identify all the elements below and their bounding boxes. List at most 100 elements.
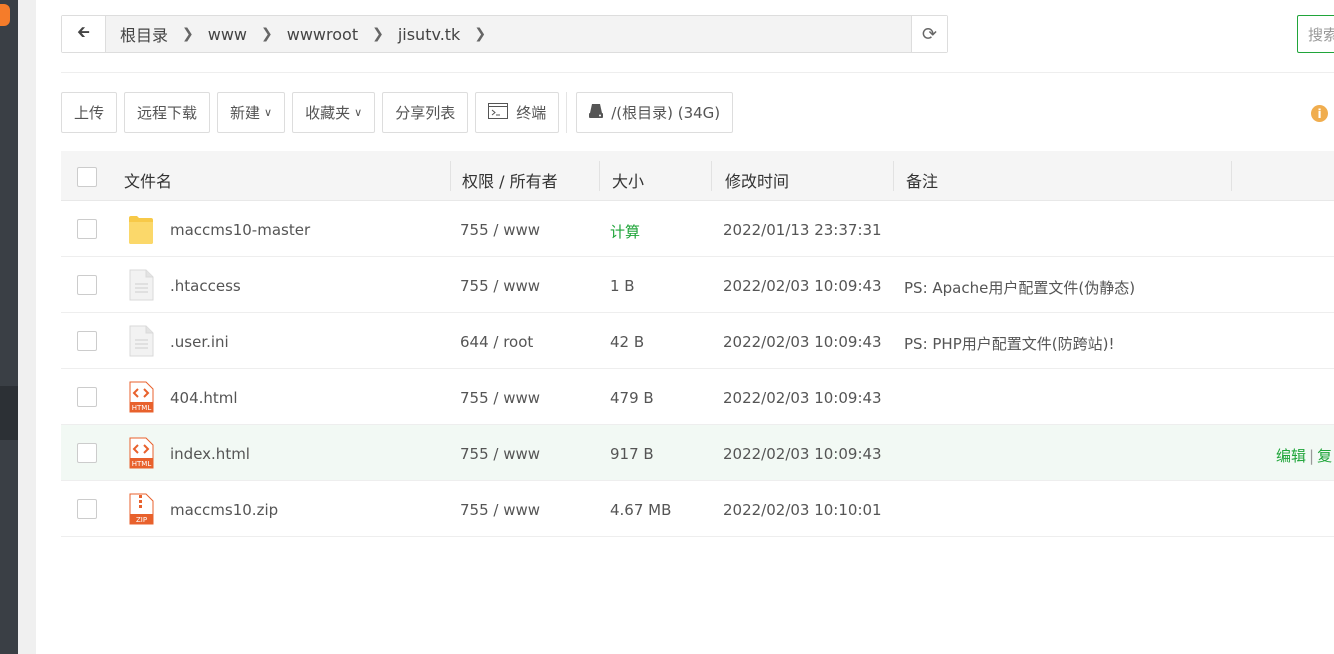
file-size: 42 B bbox=[610, 333, 645, 351]
column-separator bbox=[1231, 161, 1232, 191]
zip-icon-label: ZIP bbox=[136, 516, 147, 524]
sidebar-active-item[interactable] bbox=[0, 386, 18, 440]
file-remark[interactable]: PS: PHP用户配置文件(防跨站)! bbox=[904, 333, 1114, 354]
column-separator bbox=[599, 161, 600, 191]
file-mtime: 2022/02/03 10:09:43 bbox=[723, 277, 882, 295]
row-checkbox[interactable] bbox=[77, 219, 97, 239]
disk-button[interactable]: /(根目录) (34G) bbox=[576, 92, 734, 133]
chevron-down-icon: ∨ bbox=[264, 106, 273, 119]
chevron-right-icon[interactable]: ❯ bbox=[464, 26, 496, 42]
search-input[interactable]: 搜索 bbox=[1297, 15, 1334, 53]
file-permission[interactable]: 644 / root bbox=[460, 333, 533, 351]
file-size-calc-link[interactable]: 计算 bbox=[610, 221, 640, 242]
refresh-button[interactable]: ⟳ bbox=[911, 16, 947, 52]
table-row[interactable]: maccms10-master 755 / www 计算 2022/01/13 … bbox=[61, 201, 1334, 257]
col-size[interactable]: 大小 bbox=[612, 168, 644, 192]
row-checkbox[interactable] bbox=[77, 331, 97, 351]
file-name[interactable]: index.html bbox=[170, 445, 250, 463]
col-name[interactable]: 文件名 bbox=[124, 168, 172, 192]
table-row[interactable]: .htaccess 755 / www 1 B 2022/02/03 10:09… bbox=[61, 257, 1334, 313]
divider bbox=[61, 72, 1334, 73]
left-sidebar bbox=[0, 0, 18, 654]
toolbar-divider bbox=[566, 92, 568, 133]
terminal-button[interactable]: 终端 bbox=[475, 92, 560, 133]
remote-download-label: 远程下载 bbox=[137, 104, 198, 122]
file-name[interactable]: maccms10.zip bbox=[170, 501, 278, 519]
file-icon bbox=[129, 269, 154, 301]
file-permission[interactable]: 755 / www bbox=[460, 445, 540, 463]
back-button[interactable]: 🡰 bbox=[62, 16, 106, 52]
copy-link[interactable]: 复 bbox=[1317, 447, 1332, 465]
row-checkbox[interactable] bbox=[77, 499, 97, 519]
hard-drive-icon bbox=[589, 103, 604, 122]
html-file-icon: HTML bbox=[129, 437, 154, 469]
toolbar: 上传 远程下载 新建 ∨ 收藏夹 ∨ 分享列表 终端 /(根目录) (34G) bbox=[61, 92, 740, 133]
row-checkbox[interactable] bbox=[77, 275, 97, 295]
file-name[interactable]: .htaccess bbox=[170, 277, 241, 295]
arrow-left-icon: 🡰 bbox=[77, 21, 90, 41]
file-name[interactable]: .user.ini bbox=[170, 333, 229, 351]
file-name[interactable]: 404.html bbox=[170, 389, 238, 407]
terminal-label: 终端 bbox=[516, 104, 547, 122]
zip-file-icon: ZIP bbox=[129, 493, 154, 525]
file-mtime: 2022/02/03 10:10:01 bbox=[723, 501, 882, 519]
refresh-icon: ⟳ bbox=[921, 23, 938, 45]
file-remark[interactable]: PS: Apache用户配置文件(伪静态) bbox=[904, 277, 1135, 298]
table-row[interactable]: ZIP maccms10.zip 755 / www 4.67 MB 2022/… bbox=[61, 481, 1334, 537]
file-size: 4.67 MB bbox=[610, 501, 672, 519]
file-table: 文件名 权限 / 所有者 大小 修改时间 备注 maccms10-master … bbox=[61, 151, 1334, 537]
file-permission[interactable]: 755 / www bbox=[460, 221, 540, 239]
new-dropdown-button[interactable]: 新建 ∨ bbox=[217, 92, 286, 133]
file-size: 917 B bbox=[610, 445, 654, 463]
chevron-right-icon: ❯ bbox=[372, 26, 384, 42]
chevron-right-icon: ❯ bbox=[261, 26, 273, 42]
col-permission[interactable]: 权限 / 所有者 bbox=[462, 168, 558, 192]
column-separator bbox=[711, 161, 712, 191]
table-row[interactable]: .user.ini 644 / root 42 B 2022/02/03 10:… bbox=[61, 313, 1334, 369]
file-permission[interactable]: 755 / www bbox=[460, 389, 540, 407]
table-row[interactable]: HTML 404.html 755 / www 479 B 2022/02/03… bbox=[61, 369, 1334, 425]
chevron-down-icon: ∨ bbox=[354, 106, 363, 119]
file-icon bbox=[129, 325, 154, 357]
upload-label: 上传 bbox=[74, 104, 105, 122]
file-name[interactable]: maccms10-master bbox=[170, 221, 310, 239]
table-header: 文件名 权限 / 所有者 大小 修改时间 备注 bbox=[61, 151, 1334, 201]
select-all-checkbox[interactable] bbox=[77, 167, 97, 187]
breadcrumb-item-site[interactable]: jisutv.tk bbox=[394, 25, 465, 44]
ops-separator: | bbox=[1309, 447, 1315, 465]
sidebar-badge bbox=[0, 4, 10, 26]
terminal-icon bbox=[488, 102, 509, 123]
html-icon-label: HTML bbox=[132, 404, 152, 412]
file-permission[interactable]: 755 / www bbox=[460, 501, 540, 519]
chevron-right-icon: ❯ bbox=[182, 26, 194, 42]
favorites-label: 收藏夹 bbox=[305, 104, 351, 122]
breadcrumb-item-wwwroot[interactable]: wwwroot bbox=[283, 25, 362, 44]
breadcrumb-item-root[interactable]: 根目录 bbox=[116, 22, 172, 46]
file-permission[interactable]: 755 / www bbox=[460, 277, 540, 295]
edit-link[interactable]: 编辑 bbox=[1276, 447, 1306, 465]
html-icon-label: HTML bbox=[132, 460, 152, 468]
html-file-icon: HTML bbox=[129, 381, 154, 413]
col-mtime[interactable]: 修改时间 bbox=[725, 168, 789, 192]
folder-icon bbox=[129, 216, 153, 244]
favorites-dropdown-button[interactable]: 收藏夹 ∨ bbox=[292, 92, 376, 133]
column-separator bbox=[893, 161, 894, 191]
row-checkbox[interactable] bbox=[77, 387, 97, 407]
column-separator bbox=[450, 161, 451, 191]
file-mtime: 2022/02/03 10:09:43 bbox=[723, 445, 882, 463]
row-operations: 编辑 | 复 bbox=[1276, 445, 1332, 466]
file-mtime: 2022/01/13 23:37:31 bbox=[723, 221, 882, 239]
breadcrumb-path: 根目录 ❯ www ❯ wwwroot ❯ jisutv.tk ❯ bbox=[106, 22, 911, 46]
file-mtime: 2022/02/03 10:09:43 bbox=[723, 333, 882, 351]
file-mtime: 2022/02/03 10:09:43 bbox=[723, 389, 882, 407]
file-size: 479 B bbox=[610, 389, 654, 407]
share-list-button[interactable]: 分享列表 bbox=[382, 92, 469, 133]
upload-button[interactable]: 上传 bbox=[61, 92, 118, 133]
remote-download-button[interactable]: 远程下载 bbox=[124, 92, 211, 133]
info-icon: i bbox=[1311, 105, 1328, 122]
share-list-label: 分享列表 bbox=[395, 104, 456, 122]
row-checkbox[interactable] bbox=[77, 443, 97, 463]
breadcrumb-item-www[interactable]: www bbox=[204, 25, 251, 44]
table-row-hovered[interactable]: HTML index.html 755 / www 917 B 2022/02/… bbox=[61, 425, 1334, 481]
col-remark: 备注 bbox=[906, 172, 939, 191]
